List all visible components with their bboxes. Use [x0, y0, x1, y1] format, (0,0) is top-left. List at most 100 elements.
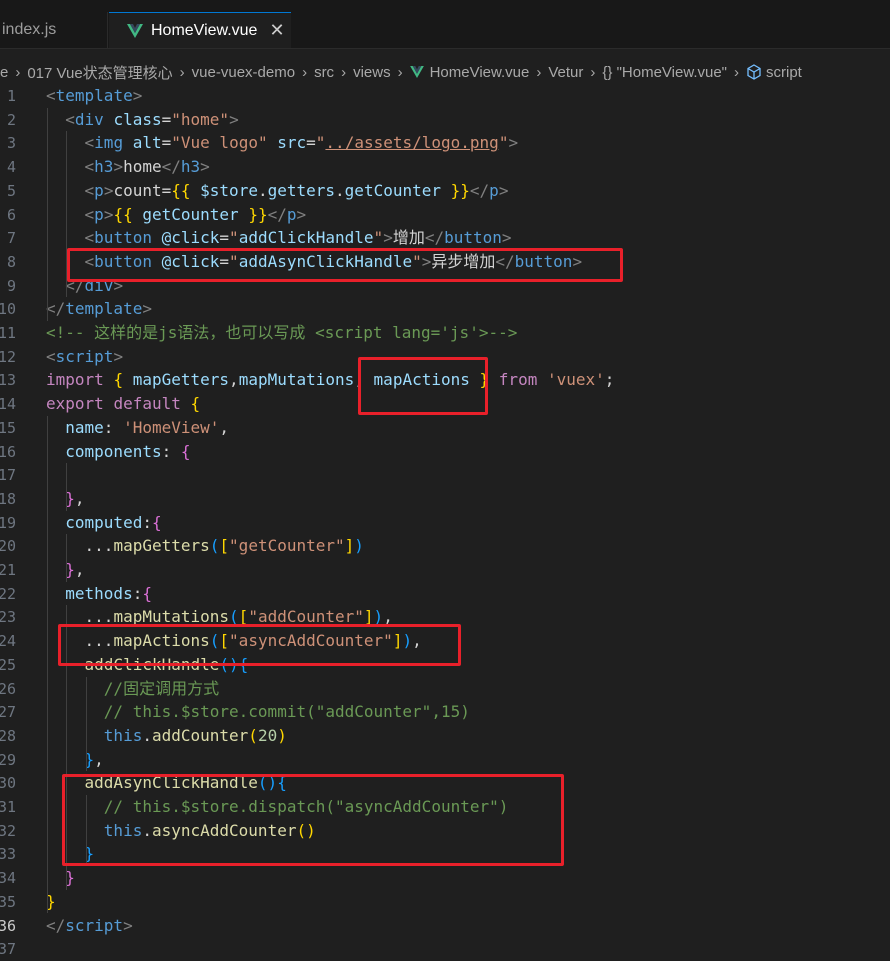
breadcrumb-item[interactable]: vue-vuex-demo	[192, 64, 295, 81]
code-text: ...mapGetters(["getCounter"])	[46, 534, 364, 558]
code-line[interactable]: 21 },	[0, 558, 890, 582]
code-token: >	[113, 157, 124, 177]
code-token: from	[498, 370, 538, 390]
code-line[interactable]: 33 }	[0, 842, 890, 866]
code-token: "	[498, 133, 509, 153]
code-token: ,	[229, 370, 239, 390]
code-token: >	[572, 251, 583, 271]
tab-index-js[interactable]: index.js	[0, 12, 108, 48]
close-icon[interactable]: ✕	[269, 20, 284, 41]
code-token: getCounter	[142, 204, 239, 224]
line-number: 33	[0, 845, 16, 864]
code-line[interactable]: 6 <p>{{ getCounter }}</p>	[0, 203, 890, 227]
code-line[interactable]: 29 },	[0, 748, 890, 772]
code-text: //固定调用方式	[46, 677, 219, 701]
line-number: 30	[0, 774, 16, 793]
code-text: <!-- 这样的是js语法，也可以写成 <script lang='js'>--…	[46, 321, 517, 345]
code-line[interactable]: 16 components: {	[0, 440, 890, 464]
code-token: .	[257, 180, 268, 200]
code-line[interactable]: 8 <button @click="addAsynClickHandle">异步…	[0, 250, 890, 274]
code-line[interactable]: 23 ...mapMutations(["addCounter"]),	[0, 605, 890, 629]
indent-guide	[66, 605, 67, 890]
code-token: </	[469, 180, 490, 200]
code-token: p	[94, 180, 104, 200]
code-line[interactable]: 13 import { mapGetters,mapMutations, mapA…	[0, 368, 890, 392]
code-line[interactable]: 15 name: 'HomeView',	[0, 416, 890, 440]
code-line[interactable]: 17	[0, 463, 890, 487]
code-token: .	[335, 180, 345, 200]
code-editor[interactable]: 1 <template> 2 <div class="home"> 3 <img al…	[0, 84, 890, 958]
line-number: 14	[0, 395, 16, 414]
line-number: 1	[6, 87, 16, 105]
line-number: 11	[0, 324, 16, 342]
code-line[interactable]: 18 },	[0, 487, 890, 511]
code-token: home	[123, 157, 162, 177]
breadcrumb-item[interactable]: 017 Vue状态管理核心	[27, 62, 172, 83]
code-line[interactable]: 30 addAsynClickHandle(){	[0, 771, 890, 795]
tab-label: index.js	[2, 21, 57, 38]
breadcrumb-item[interactable]: views	[353, 64, 391, 81]
code-line[interactable]: 36 </script>	[0, 914, 890, 938]
code-token: ;	[604, 370, 615, 390]
code-line[interactable]: 32 this.asyncAddCounter()	[0, 819, 890, 843]
code-text: addAsynClickHandle(){	[46, 771, 287, 795]
code-line[interactable]: 7 <button @click="addClickHandle">增加</bu…	[0, 226, 890, 250]
breadcrumb-item[interactable]: Vetur	[548, 64, 583, 81]
code-line[interactable]: 5 <p>count={{ $store.getters.getCounter …	[0, 179, 890, 203]
code-line[interactable]: 2 <div class="home">	[0, 108, 890, 132]
code-line[interactable]: 22 methods:{	[0, 582, 890, 606]
line-number: 35	[0, 892, 16, 911]
line-number: 16	[0, 442, 16, 461]
code-line[interactable]: 26 //固定调用方式	[0, 677, 890, 701]
code-token: ...	[46, 607, 114, 627]
code-token: </	[161, 157, 181, 177]
code-line[interactable]: 34 }	[0, 866, 890, 890]
code-line[interactable]: 27 // this.$store.commit("addCounter",15…	[0, 700, 890, 724]
code-line[interactable]: 37	[0, 937, 890, 961]
breadcrumb-file-label: HomeView.vue	[429, 63, 530, 81]
code-line[interactable]: 25 addClickHandle(){	[0, 653, 890, 677]
vue-file-icon	[409, 66, 424, 78]
tab-homeview-vue[interactable]: HomeView.vue ✕	[109, 12, 291, 48]
breadcrumb-item[interactable]: e	[0, 64, 8, 81]
code-token: }}	[450, 180, 470, 200]
code-token: .	[142, 725, 152, 745]
code-token: <	[84, 133, 95, 153]
code-token: >	[103, 204, 114, 224]
code-token: addCounter	[151, 725, 249, 745]
code-token: )	[402, 631, 413, 651]
code-line[interactable]: 14 export default {	[0, 392, 890, 416]
code-token: mapGetters	[113, 536, 210, 556]
code-token: div	[74, 109, 104, 129]
code-line[interactable]: 24 ...mapActions(["asyncAddCounter"]),	[0, 629, 890, 653]
code-token: ...	[46, 631, 114, 651]
code-token: ()	[296, 820, 316, 840]
breadcrumb-item[interactable]: src	[314, 64, 334, 81]
code-line[interactable]: 3 <img alt="Vue logo" src="../assets/log…	[0, 131, 890, 155]
code-token: button	[444, 228, 502, 248]
code-line[interactable]: 10 </template>	[0, 297, 890, 321]
code-token: button	[94, 228, 152, 248]
code-line[interactable]: 35}	[0, 890, 890, 914]
code-line[interactable]: 19 computed:{	[0, 511, 890, 535]
code-line[interactable]: 9 </div>	[0, 274, 890, 298]
code-token: (	[209, 536, 220, 556]
code-token: </	[46, 299, 66, 319]
code-line[interactable]: 1 <template>	[0, 84, 890, 108]
code-line[interactable]: 20 ...mapGetters(["getCounter"])	[0, 534, 890, 558]
code-token: </	[46, 915, 66, 935]
line-number: 15	[0, 418, 16, 437]
breadcrumb-item[interactable]: {} "HomeView.vue"	[602, 64, 727, 81]
code-line[interactable]: 28 this.addCounter(20)	[0, 724, 890, 748]
code-token: src	[277, 133, 307, 153]
breadcrumb-item-file[interactable]: HomeView.vue	[409, 63, 530, 81]
code-line[interactable]: 4 <h3>home</h3>	[0, 155, 890, 179]
code-line[interactable]: 31 // this.$store.dispatch("asyncAddCoun…	[0, 795, 890, 819]
code-line[interactable]: 12 <script>	[0, 345, 890, 369]
breadcrumb-item-symbol[interactable]: script	[746, 64, 802, 81]
code-line[interactable]: 11 <!-- 这样的是js语法，也可以写成 <script lang='js'>…	[0, 321, 890, 345]
code-token: ]	[344, 536, 355, 556]
